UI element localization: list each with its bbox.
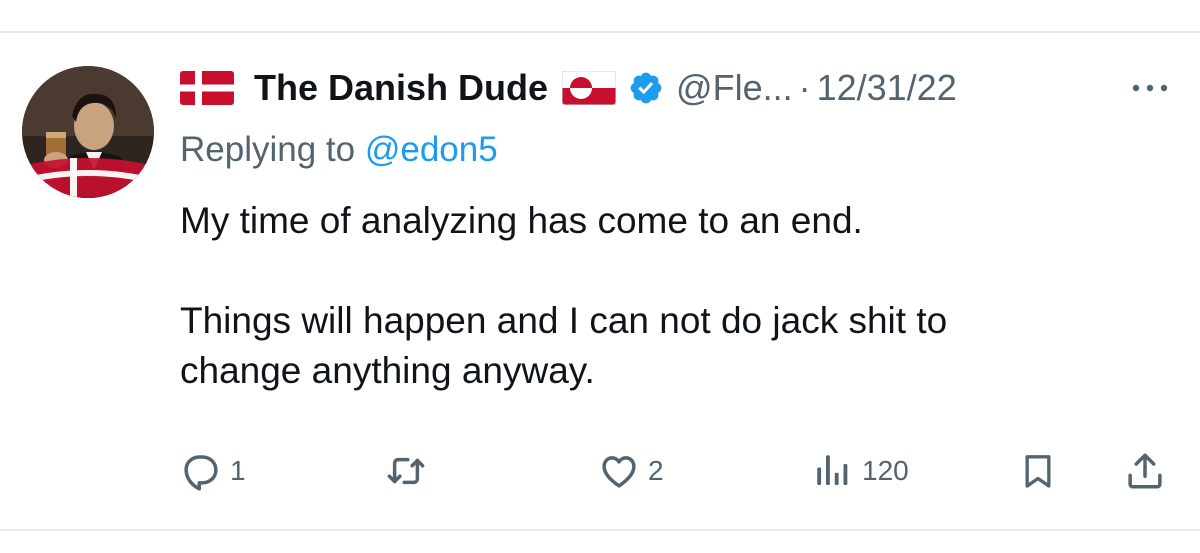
- avatar-photo: [22, 66, 154, 198]
- views-count: 120: [862, 455, 909, 486]
- meta-separator: ·: [798, 67, 811, 108]
- views-icon: [817, 455, 848, 485]
- reply-count: 1: [230, 455, 246, 486]
- author-handle[interactable]: @Fle...: [676, 67, 793, 109]
- denmark-flag-icon: [180, 71, 234, 105]
- retweet-icon: [387, 457, 425, 485]
- heart-icon: [602, 456, 636, 488]
- bottom-divider: [0, 529, 1200, 531]
- tweet-paragraph-2-line-2: change anything anyway.: [180, 350, 595, 391]
- tweet-paragraph-2-line-1: Things will happen and I can not do jack…: [180, 300, 948, 341]
- reply-button[interactable]: 1: [180, 446, 246, 496]
- share-icon: [1128, 453, 1162, 489]
- bookmark-icon: [1025, 455, 1051, 488]
- like-count: 2: [648, 455, 664, 486]
- verified-badge-icon[interactable]: [628, 70, 664, 106]
- bookmark-button[interactable]: [1018, 446, 1058, 496]
- replying-to-label: Replying to: [180, 130, 356, 169]
- replying-to-mention[interactable]: @edon5: [365, 130, 498, 169]
- views-button[interactable]: 120: [812, 446, 909, 496]
- tweet-paragraph-1: My time of analyzing has come to an end.: [180, 200, 863, 241]
- retweet-button[interactable]: [384, 446, 428, 496]
- greenland-flag-icon: [562, 71, 617, 105]
- top-divider: [0, 31, 1200, 33]
- tweet-actions: 1 2 120: [0, 446, 1200, 496]
- tweet-date[interactable]: 12/31/22: [817, 67, 957, 109]
- replying-to: Replying to @edon5: [180, 130, 498, 170]
- share-button[interactable]: [1124, 446, 1166, 496]
- tweet-text: My time of analyzing has come to an end.…: [180, 196, 1170, 396]
- avatar[interactable]: [22, 66, 154, 198]
- reply-icon: [184, 455, 218, 491]
- tweet-header: The Danish Dude @Fle... · 12/31/22: [180, 62, 957, 114]
- more-options-icon[interactable]: [1128, 76, 1172, 100]
- author-display-name[interactable]: The Danish Dude: [254, 67, 548, 109]
- like-button[interactable]: 2: [598, 446, 664, 496]
